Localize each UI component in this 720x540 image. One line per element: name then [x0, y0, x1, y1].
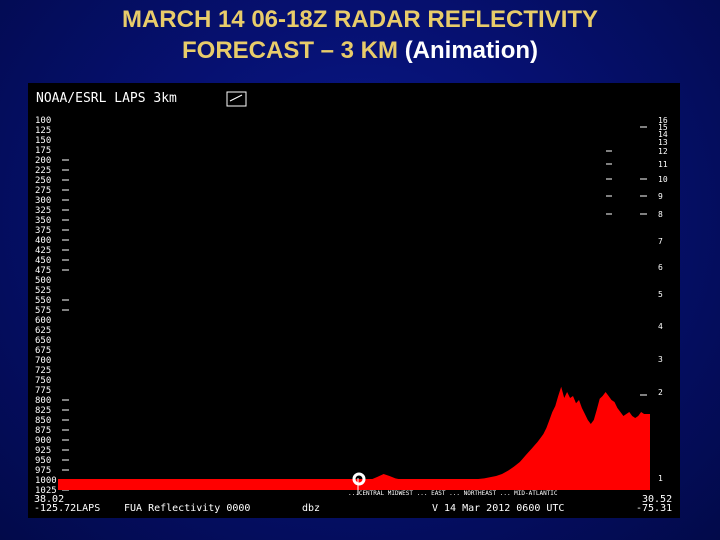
right-axis-tick-label: 4 — [658, 322, 663, 331]
left-axis-tick-label: 875 — [35, 426, 51, 436]
left-axis-tick-label: 425 — [35, 246, 51, 256]
left-axis-tick-label: 975 — [35, 466, 51, 476]
left-axis-tick-label: 300 — [35, 196, 51, 206]
slide-title: MARCH 14 06-18Z RADAR REFLECTIVITY FOREC… — [0, 4, 720, 66]
title-line-1: MARCH 14 06-18Z RADAR REFLECTIVITY — [121, 6, 599, 33]
reflectivity-area — [58, 386, 650, 490]
left-axis-tick-label: 150 — [35, 136, 51, 146]
left-axis-tick-label: 700 — [35, 356, 51, 366]
left-axis-tick-label: 950 — [35, 456, 51, 466]
right-axis-tick-label: 12 — [658, 147, 668, 156]
left-axis-tick-label: 325 — [35, 206, 51, 216]
right-axis-tick-label: 13 — [658, 138, 668, 147]
title-line-2: FORECAST – 3 KM (Animation) — [0, 35, 720, 66]
left-axis-tick-label: 550 — [35, 296, 51, 306]
left-axis-tick-label: 800 — [35, 396, 51, 406]
left-axis-tick-label: 350 — [35, 216, 51, 226]
left-axis-tick-label: 100 — [35, 116, 51, 126]
left-axis-tick-label: 450 — [35, 256, 51, 266]
left-axis-tick-label: 500 — [35, 276, 51, 286]
left-axis-tick-label: 925 — [35, 446, 51, 456]
left-axis-tick-label: 475 — [35, 266, 51, 276]
left-axis-tick-label: 900 — [35, 436, 51, 446]
right-axis-tick-label: 3 — [658, 355, 663, 364]
left-axis-tick-label: 525 — [35, 286, 51, 296]
left-axis-tick-label: 400 — [35, 236, 51, 246]
panel-header: NOAA/ESRL LAPS 3km — [36, 91, 177, 106]
left-axis-tick-label: 750 — [35, 376, 51, 386]
left-axis-tick-label: 675 — [35, 346, 51, 356]
left-axis-tick-label: 250 — [35, 176, 51, 186]
left-axis-tick-label: 175 — [35, 146, 51, 156]
left-axis: 1001251501752002252502753003253503754004… — [35, 116, 69, 496]
left-axis-tick-label: 825 — [35, 406, 51, 416]
title-animation-label: (Animation) — [404, 37, 538, 64]
right-axis-tick-label: 11 — [658, 160, 668, 169]
left-axis-tick-label: 725 — [35, 366, 51, 376]
left-axis-tick-label: 575 — [35, 306, 51, 316]
left-axis-tick-label: 125 — [35, 126, 51, 136]
left-axis-tick-label: 775 — [35, 386, 51, 396]
footer-left: -125.72LAPS — [34, 503, 100, 514]
radar-cross-section-panel: NOAA/ESRL LAPS 3km 100 125 150 175 200 225 250… — [28, 83, 680, 518]
header-wind-icon — [226, 91, 247, 107]
right-axis-tick-label: 9 — [658, 192, 663, 201]
bottom-axis-text: ...CENTRAL MIDWEST ... EAST ... NORTHEAS… — [348, 490, 558, 497]
right-axis-tick-label: 7 — [658, 237, 663, 246]
left-axis-tick-label: 1000 — [35, 476, 57, 486]
right-axis-tick-label: 8 — [658, 210, 663, 219]
left-axis-tick-label: 225 — [35, 166, 51, 176]
reflectivity-chart: NOAA/ESRL LAPS 3km 100125150175200225250… — [34, 91, 672, 514]
right-axis-tick-label: 1 — [658, 474, 663, 483]
left-axis-tick-label: 650 — [35, 336, 51, 346]
footer-product: FUA Reflectivity 0000 — [124, 503, 250, 514]
right-axis-tick-label: 10 — [658, 175, 668, 184]
title-line-2-main: FORECAST – 3 KM — [181, 37, 399, 64]
footer-valid-time: V 14 Mar 2012 0600 UTC — [432, 503, 564, 514]
footer-units: dbz — [302, 503, 320, 514]
footer-right: -75.31 — [636, 503, 672, 514]
left-axis-tick-label: 375 — [35, 226, 51, 236]
left-axis-tick-label: 850 — [35, 416, 51, 426]
left-axis-tick-label: 200 — [35, 156, 51, 166]
right-axis-tick-label: 2 — [658, 388, 663, 397]
left-axis-tick-label: 275 — [35, 186, 51, 196]
left-axis-tick-label: 600 — [35, 316, 51, 326]
left-axis-tick-label: 625 — [35, 326, 51, 336]
right-axis-tick-label: 6 — [658, 263, 663, 272]
right-axis-tick-label: 5 — [658, 290, 663, 299]
reflectivity-area-series — [58, 386, 650, 490]
